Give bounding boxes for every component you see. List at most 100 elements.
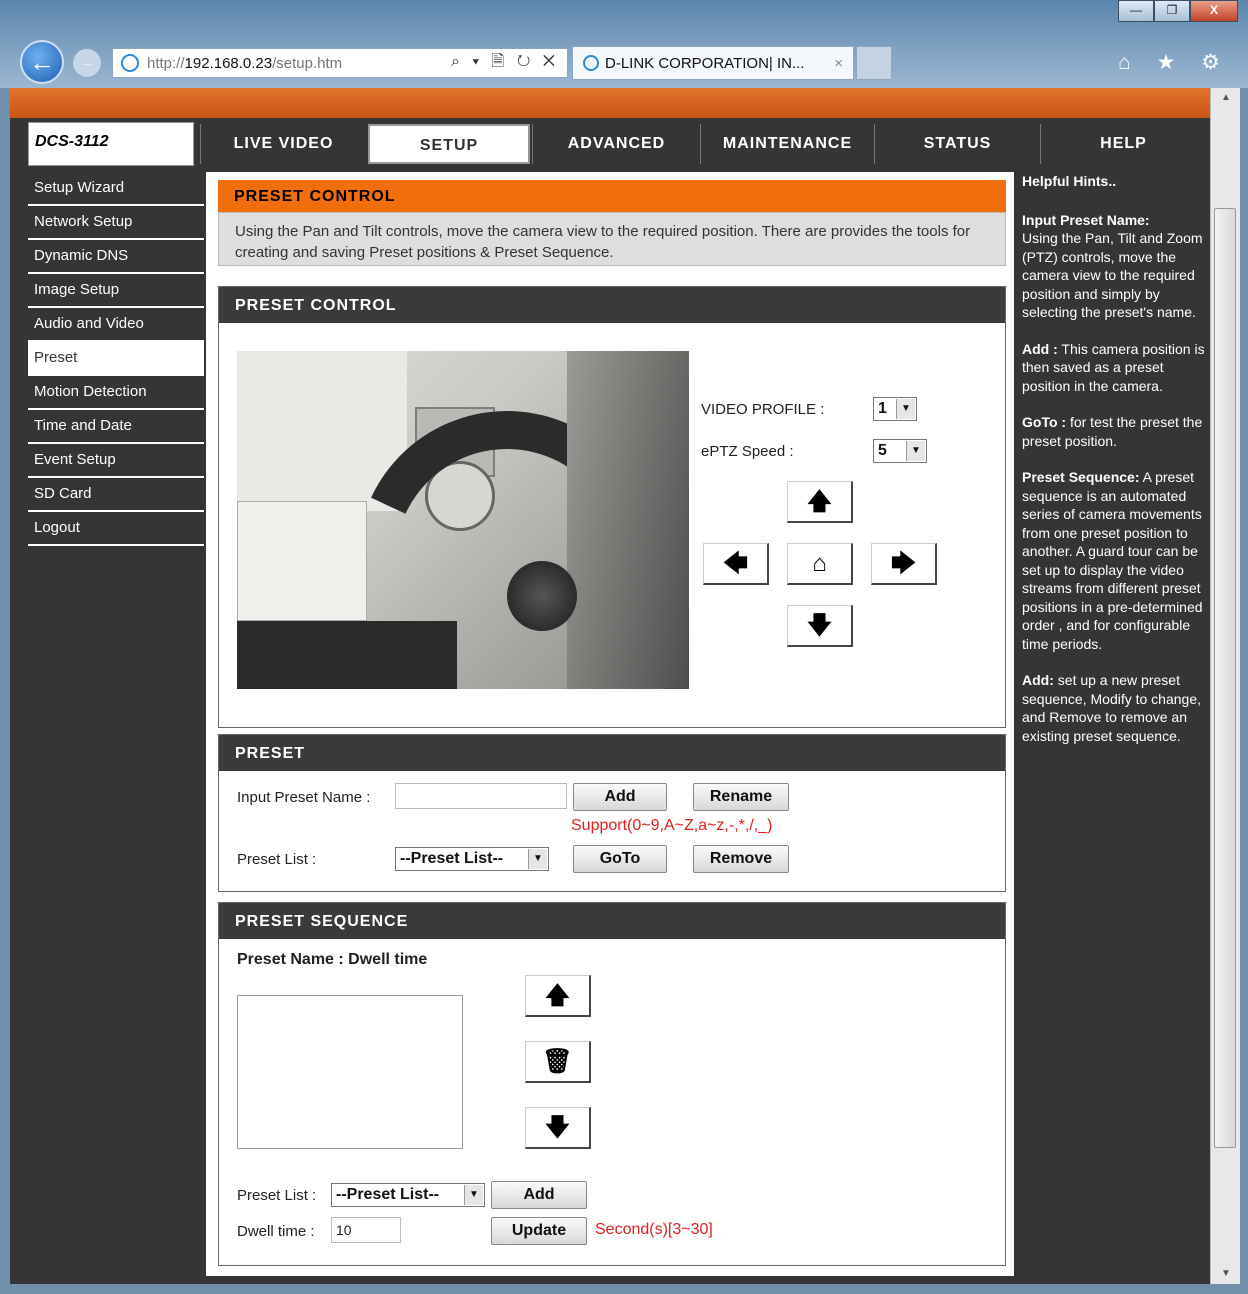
chevron-down-icon: ▼ <box>896 399 915 419</box>
sidebar-item-network-setup[interactable]: Network Setup <box>28 206 204 240</box>
preset-goto-button[interactable]: GoTo <box>573 845 667 873</box>
address-bar[interactable]: http://192.168.0.23/setup.htm ⌕ ▾ 🗎 ↻ ✕ <box>112 48 568 78</box>
chevron-down-icon: ▼ <box>464 1185 483 1205</box>
sidebar-item-audio-video[interactable]: Audio and Video <box>28 308 204 342</box>
nav-maintenance[interactable]: MAINTENANCE <box>700 124 874 164</box>
scroll-down-icon[interactable]: ▼ <box>1211 1264 1241 1284</box>
nav-help[interactable]: HELP <box>1040 124 1206 164</box>
hint-add-sequence: Add: set up a new preset sequence, Modif… <box>1022 671 1210 745</box>
hints-title: Helpful Hints.. <box>1022 173 1117 189</box>
address-url[interactable]: http://192.168.0.23/setup.htm <box>147 55 451 72</box>
sidebar-item-dynamic-dns[interactable]: Dynamic DNS <box>28 240 204 274</box>
sidebar-item-image-setup[interactable]: Image Setup <box>28 274 204 308</box>
camera-keyboard <box>237 621 457 689</box>
maximize-button[interactable]: ❐ <box>1154 0 1190 22</box>
scroll-up-icon[interactable]: ▲ <box>1211 88 1241 108</box>
tab-close-icon[interactable]: × <box>834 55 853 72</box>
camera-speaker <box>507 561 577 631</box>
preset-rename-button[interactable]: Rename <box>693 783 789 811</box>
video-profile-select[interactable]: 1 ▼ <box>873 397 917 421</box>
arrow-up-icon: 🡅 <box>807 488 832 515</box>
pan-down-button[interactable]: 🡇 <box>787 605 853 647</box>
camera-timestamp-model: DCS-3112 <box>239 373 297 387</box>
chevron-down-icon: ▼ <box>906 441 925 461</box>
sequence-listbox[interactable] <box>237 995 463 1149</box>
minimize-button[interactable]: — <box>1118 0 1154 22</box>
close-window-button[interactable]: X <box>1190 0 1238 22</box>
ie-icon <box>121 54 139 72</box>
input-preset-name-label: Input Preset Name : <box>237 789 371 806</box>
hint-term: Input Preset Name: <box>1022 211 1150 228</box>
sequence-delete-button[interactable]: 🗑 <box>525 1041 591 1083</box>
scroll-thumb[interactable] <box>1214 208 1236 1148</box>
url-path: /setup.htm <box>272 54 343 72</box>
hint-term: GoTo : <box>1022 414 1067 430</box>
arrow-right-icon: 🡆 <box>891 550 916 577</box>
video-profile-value: 1 <box>878 400 887 417</box>
arrow-up-icon: 🡅 <box>545 982 570 1009</box>
home-icon: ⌂ <box>812 550 827 577</box>
new-tab-button[interactable] <box>856 46 892 80</box>
tab-title: D-LINK CORPORATION| IN... <box>605 54 805 72</box>
browser-tab[interactable]: D-LINK CORPORATION| IN... × <box>572 46 854 80</box>
sidebar-item-motion-detection[interactable]: Motion Detection <box>28 376 204 410</box>
main-panel: PRESET CONTROL Using the Pan and Tilt co… <box>206 172 1014 1276</box>
sidebar: Setup Wizard Network Setup Dynamic DNS I… <box>28 172 204 546</box>
eptz-speed-select[interactable]: 5 ▼ <box>873 439 927 463</box>
preset-remove-button[interactable]: Remove <box>693 845 789 873</box>
preset-add-button[interactable]: Add <box>573 783 667 811</box>
browser-tools[interactable]: ⌂ ★ ⚙ <box>1118 50 1230 75</box>
forward-button[interactable]: → <box>72 48 102 78</box>
pan-up-button[interactable]: 🡅 <box>787 481 853 523</box>
sidebar-item-preset[interactable]: Preset <box>28 342 204 376</box>
sidebar-item-setup-wizard[interactable]: Setup Wizard <box>28 172 204 206</box>
preset-sequence-section: PRESET SEQUENCE Preset Name : Dwell time… <box>218 902 1006 1266</box>
arrow-left-icon: 🡄 <box>723 550 748 577</box>
back-arrow-icon: ← <box>29 47 55 77</box>
page-scrollbar[interactable]: ▲ ▼ <box>1210 88 1240 1284</box>
sequence-update-button[interactable]: Update <box>491 1217 587 1245</box>
preset-list-select[interactable]: --Preset List-- ▼ <box>395 847 549 871</box>
sidebar-item-logout[interactable]: Logout <box>28 512 204 546</box>
preset-heading: PRESET <box>219 735 1005 771</box>
hint-term: Add: <box>1022 672 1054 688</box>
back-button[interactable]: ← <box>20 40 64 84</box>
forward-arrow-icon: → <box>79 54 95 71</box>
url-scheme: http:// <box>147 54 185 72</box>
camera-timestamp-date: 06/15/2011 14:48:52 <box>239 359 377 373</box>
hint-preset-sequence: Preset Sequence: A preset sequence is an… <box>1022 468 1210 653</box>
sidebar-item-sd-card[interactable]: SD Card <box>28 478 204 512</box>
nav-setup[interactable]: SETUP <box>368 124 530 164</box>
nav-status[interactable]: STATUS <box>874 124 1040 164</box>
sequence-move-up-button[interactable]: 🡅 <box>525 975 591 1017</box>
preset-name-input[interactable] <box>395 783 567 809</box>
hint-term: Preset Sequence: <box>1022 469 1140 485</box>
hint-goto: GoTo : for test the preset the preset po… <box>1022 413 1210 450</box>
hint-term: Add : <box>1022 340 1058 357</box>
nav-live-video[interactable]: LIVE VIDEO <box>200 124 366 164</box>
pan-right-button[interactable]: 🡆 <box>871 543 937 585</box>
dwell-time-range-hint: Second(s)[3~30] <box>595 1221 713 1238</box>
top-orange-bar <box>10 88 1210 118</box>
model-logo: DCS-3112 <box>28 122 194 166</box>
model-name: DCS-3112 <box>35 133 109 150</box>
pan-home-button[interactable]: ⌂ <box>787 543 853 585</box>
sidebar-item-event-setup[interactable]: Event Setup <box>28 444 204 478</box>
camera-phone-base <box>567 351 689 689</box>
video-profile-label: VIDEO PROFILE : <box>701 401 825 418</box>
hint-input-preset-name: Input Preset Name: Using the Pan, Tilt an… <box>1022 211 1210 322</box>
sequence-add-button[interactable]: Add <box>491 1181 587 1209</box>
dwell-time-label: Dwell time : <box>237 1223 315 1240</box>
nav-advanced[interactable]: ADVANCED <box>532 124 700 164</box>
preset-list-label: Preset List : <box>237 851 317 868</box>
sequence-preset-list-select[interactable]: --Preset List-- ▼ <box>331 1183 485 1207</box>
helpful-hints-panel: Helpful Hints.. Input Preset Name: Using … <box>1022 172 1210 763</box>
address-controls[interactable]: ⌕ ▾ 🗎 ↻ ✕ <box>451 50 567 77</box>
sequence-move-down-button[interactable]: 🡇 <box>525 1107 591 1149</box>
browser-chrome: — ❐ X ← → http://192.168.0.23/setup.htm … <box>0 0 1248 88</box>
url-host: 192.168.0.23 <box>184 54 273 72</box>
pan-left-button[interactable]: 🡄 <box>703 543 769 585</box>
sidebar-item-time-date[interactable]: Time and Date <box>28 410 204 444</box>
trash-icon: 🗑 <box>542 1048 573 1075</box>
dwell-time-input[interactable]: 10 <box>331 1217 401 1243</box>
